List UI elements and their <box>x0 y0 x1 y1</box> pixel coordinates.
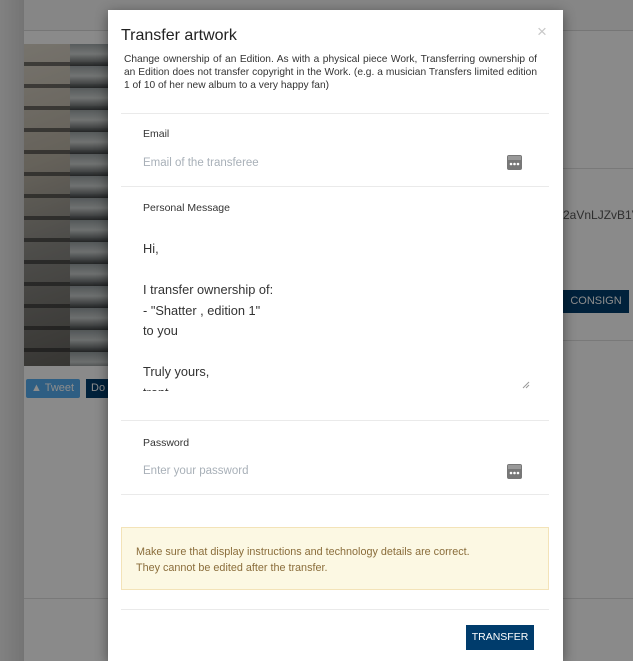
password-field[interactable] <box>143 461 503 481</box>
message-label: Personal Message <box>143 202 230 214</box>
modal-description: Change ownership of an Edition. As with … <box>124 54 537 91</box>
password-manager-key-icon[interactable] <box>507 155 522 170</box>
transfer-modal: Transfer artwork × Change ownership of a… <box>108 10 563 661</box>
warning-alert: Make sure that display instructions and … <box>121 527 549 590</box>
divider <box>121 113 549 114</box>
password-label: Password <box>143 437 190 449</box>
transfer-button[interactable]: TRANSFER <box>466 625 534 650</box>
divider <box>121 420 549 421</box>
resize-handle-icon[interactable] <box>522 381 530 389</box>
password-manager-key-icon[interactable] <box>507 464 522 479</box>
divider <box>121 494 549 495</box>
email-field[interactable] <box>143 153 503 173</box>
close-icon[interactable]: × <box>537 22 547 42</box>
warning-line: Make sure that display instructions and … <box>136 546 470 558</box>
modal-title: Transfer artwork <box>121 27 237 44</box>
personal-message-textarea[interactable] <box>143 239 531 391</box>
email-label: Email <box>143 128 170 140</box>
divider <box>121 609 549 610</box>
divider <box>121 186 549 187</box>
warning-line: They cannot be edited after the transfer… <box>136 562 328 574</box>
